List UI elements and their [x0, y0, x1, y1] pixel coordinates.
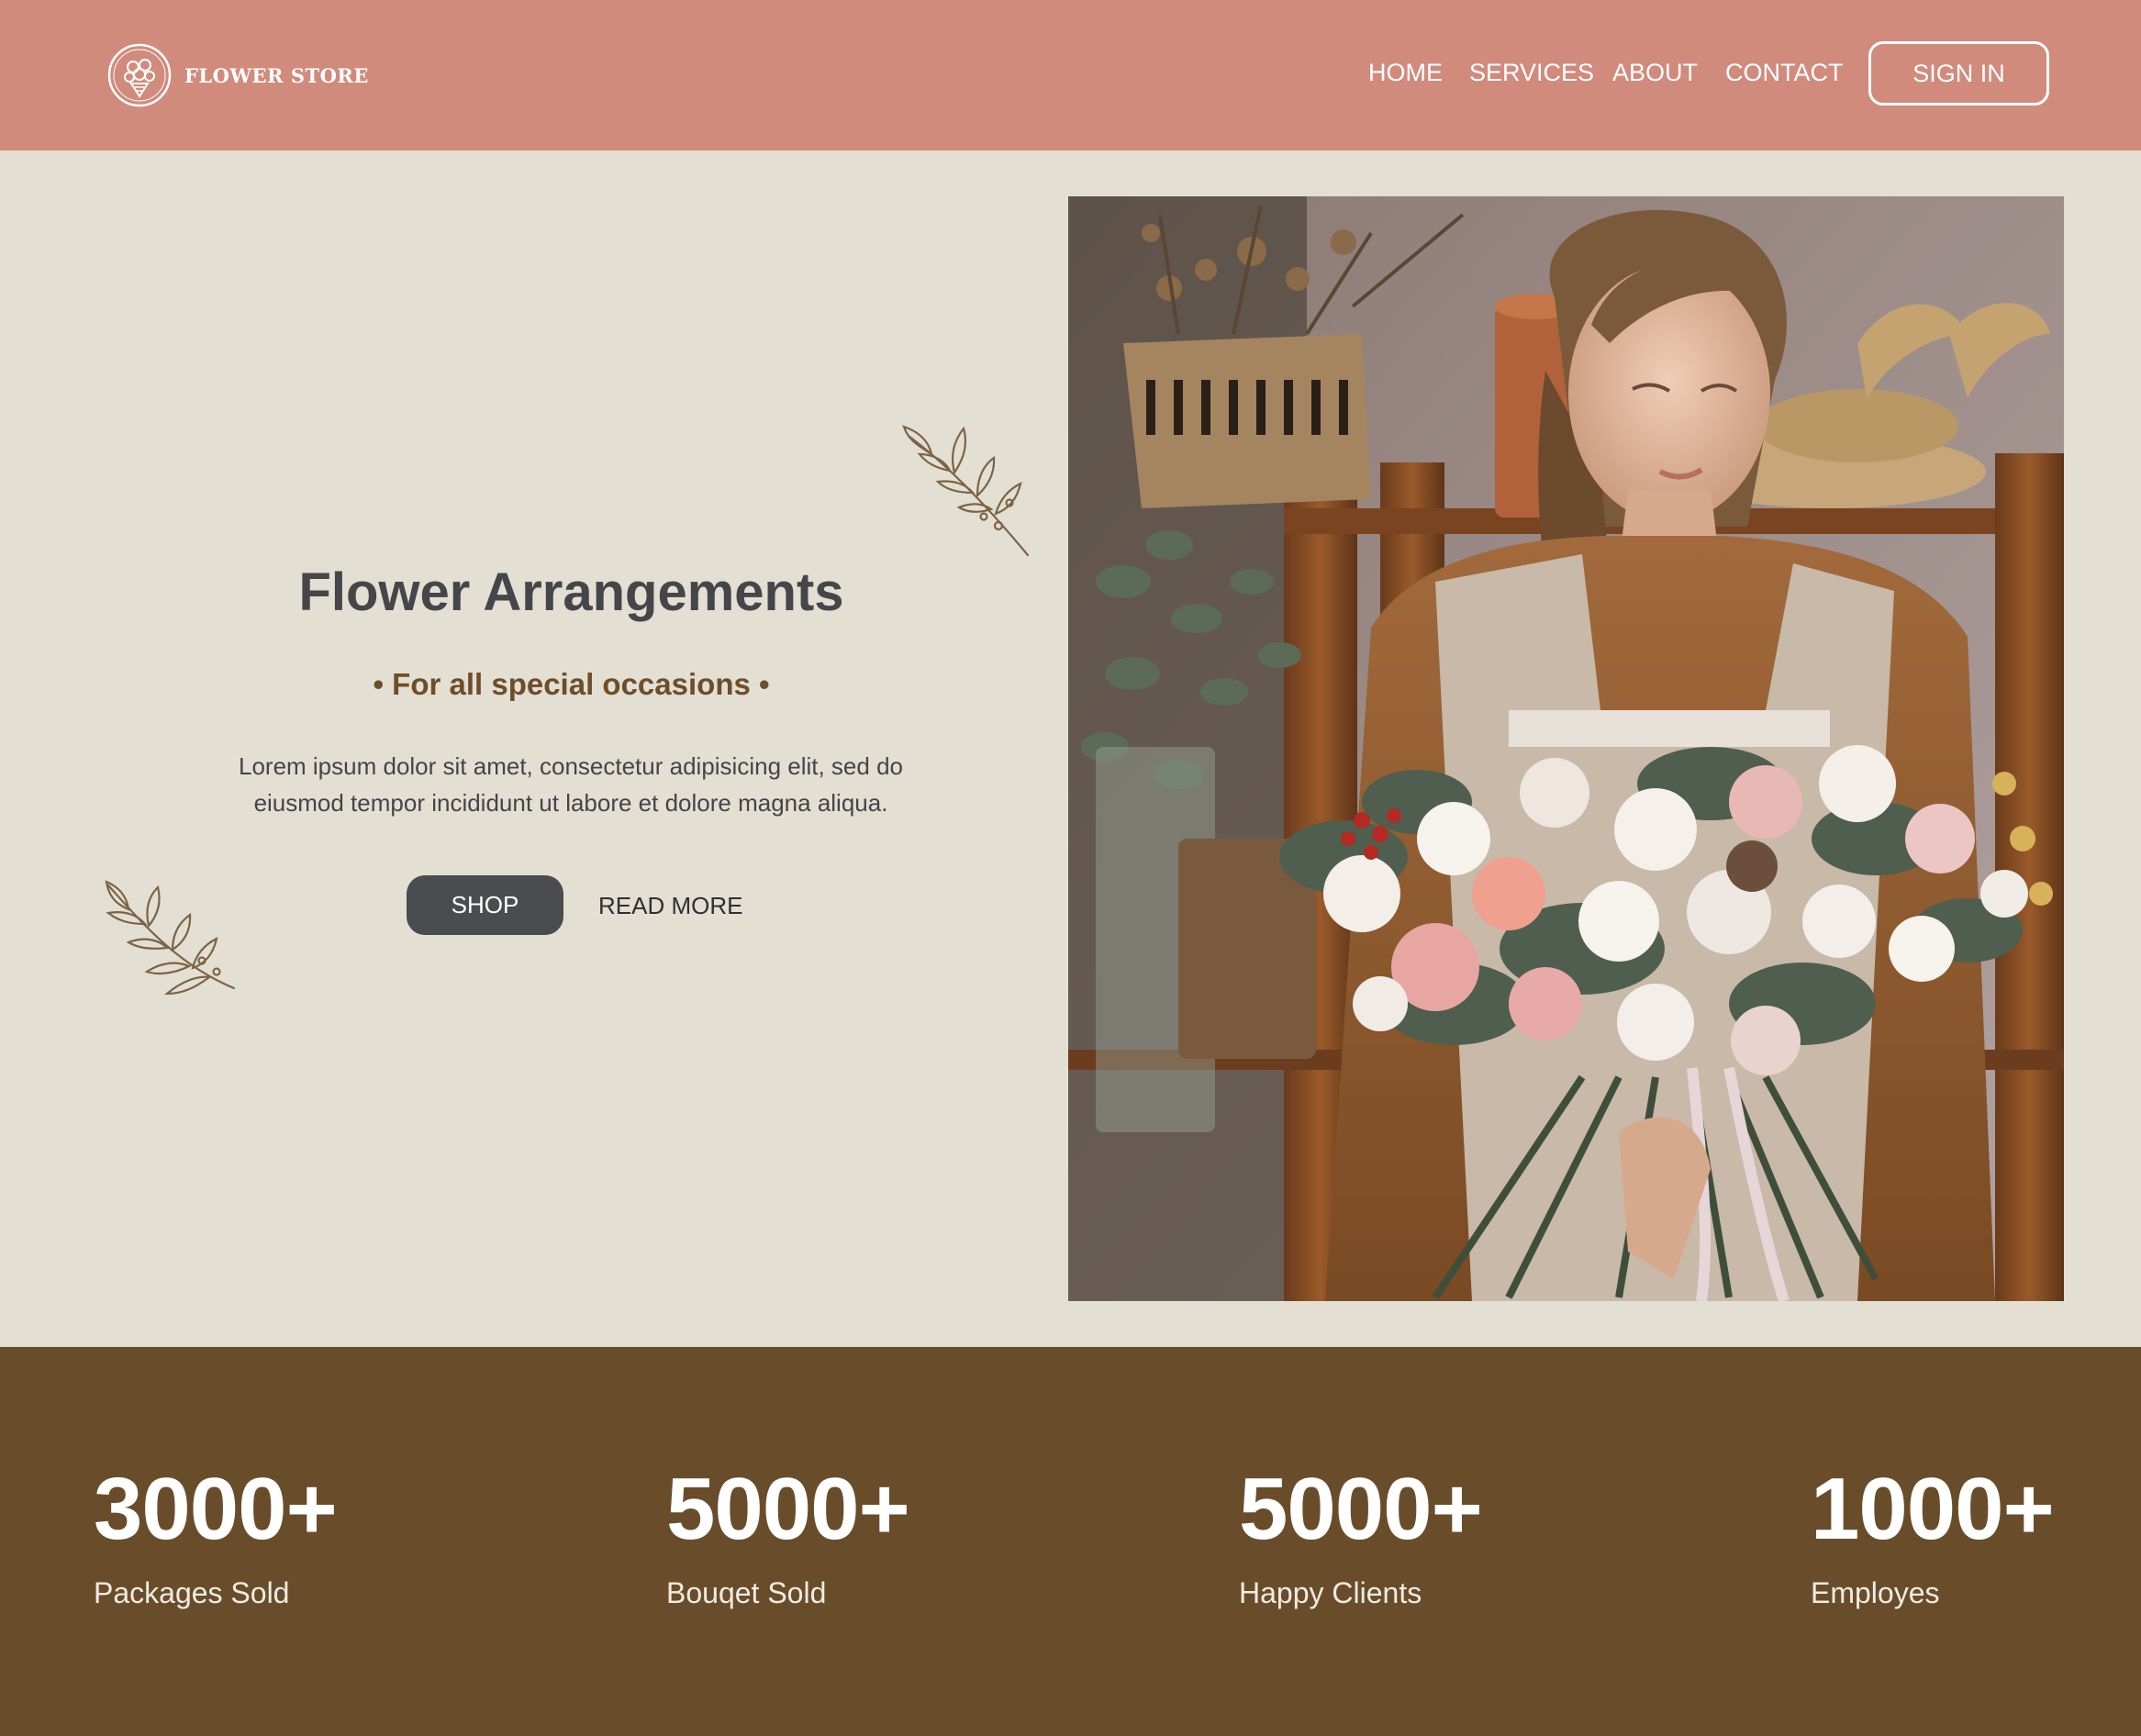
hero-description-line-2: eiusmod tempor incididunt ut labore et d… [253, 789, 888, 817]
stats-section: 3000+ Packages Sold 5000+ Bouqet Sold 50… [0, 1347, 2141, 1736]
read-more-link[interactable]: READ MORE [598, 892, 742, 920]
brand-logo[interactable]: FLOWER STORE [107, 42, 369, 108]
stat-value: 5000+ [666, 1460, 910, 1558]
sign-in-button[interactable]: SIGN IN [1868, 41, 2049, 106]
florist-holding-bouquet-image [1068, 196, 2064, 1301]
nav-home[interactable]: HOME [1368, 59, 1443, 87]
olive-branch-icon [902, 425, 1030, 557]
stat-value: 1000+ [1811, 1460, 2055, 1558]
bouquet-emblem-icon [107, 43, 172, 107]
stat-label: Happy Clients [1239, 1576, 1422, 1609]
shop-button[interactable]: SHOP [407, 875, 563, 935]
hero-description: Lorem ipsum dolor sit amet, consectetur … [204, 748, 938, 821]
florist-photo [1068, 196, 2064, 1301]
stat-value: 3000+ [94, 1460, 338, 1558]
hero-description-line-1: Lorem ipsum dolor sit amet, consectetur … [238, 752, 903, 780]
brand-name: FLOWER STORE [184, 63, 369, 87]
nav-about[interactable]: ABOUT [1612, 59, 1698, 87]
nav-services[interactable]: SERVICES [1469, 59, 1594, 87]
site-header: FLOWER STORE HOME SERVICES ABOUT CONTACT… [0, 0, 2141, 150]
stat-label: Bouqet Sold [666, 1576, 827, 1609]
olive-branch-icon [105, 880, 236, 996]
stat-label: Employes [1811, 1576, 1940, 1609]
hero-subtitle: • For all special occasions • [373, 667, 770, 701]
stat-value: 5000+ [1239, 1460, 1483, 1558]
hero-title: Flower Arrangements [298, 562, 844, 622]
nav-contact[interactable]: CONTACT [1725, 59, 1844, 87]
stat-label: Packages Sold [94, 1576, 290, 1609]
